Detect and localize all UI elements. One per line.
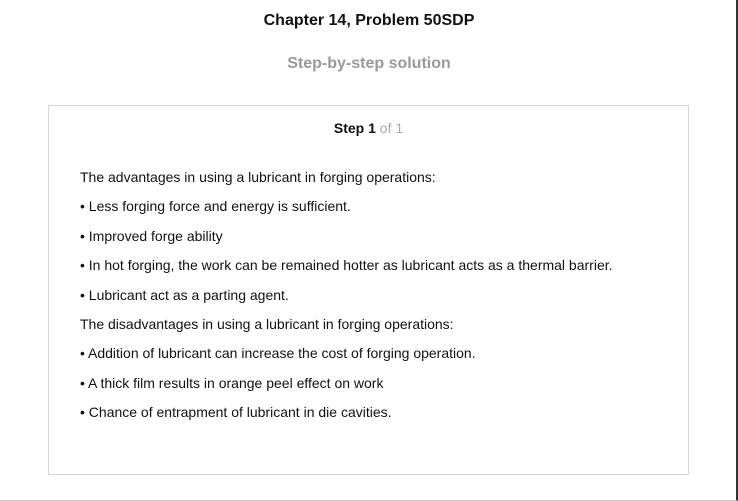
list-item: • In hot forging, the work can be remain… [80,257,613,274]
list-item: • Chance of entrapment of lubricant in d… [80,404,392,421]
list-item: • Improved forge ability [80,227,223,244]
step-heading: Step 1 of 1 [49,120,688,136]
list-item: • Less forging force and energy is suffi… [80,198,351,215]
list-item: • A thick film results in orange peel ef… [80,374,384,391]
page-title: Chapter 14, Problem 50SDP [263,12,475,29]
disadvantages-heading: The disadvantages in using a lubricant i… [80,315,454,332]
step-body: The advantages in using a lubricant in f… [80,168,670,433]
advantages-heading: The advantages in using a lubricant in f… [80,169,436,185]
solution-label: Step-by-step solution [287,55,451,72]
step-card: Step 1 of 1 The advantages in using a lu… [48,105,689,475]
step-number: 1 [368,120,376,136]
step-of-total: of 1 [379,120,404,136]
step-word: Step [333,120,365,136]
list-item: • Addition of lubricant can increase the… [80,345,476,362]
list-item: • Lubricant act as a parting agent. [80,286,289,303]
